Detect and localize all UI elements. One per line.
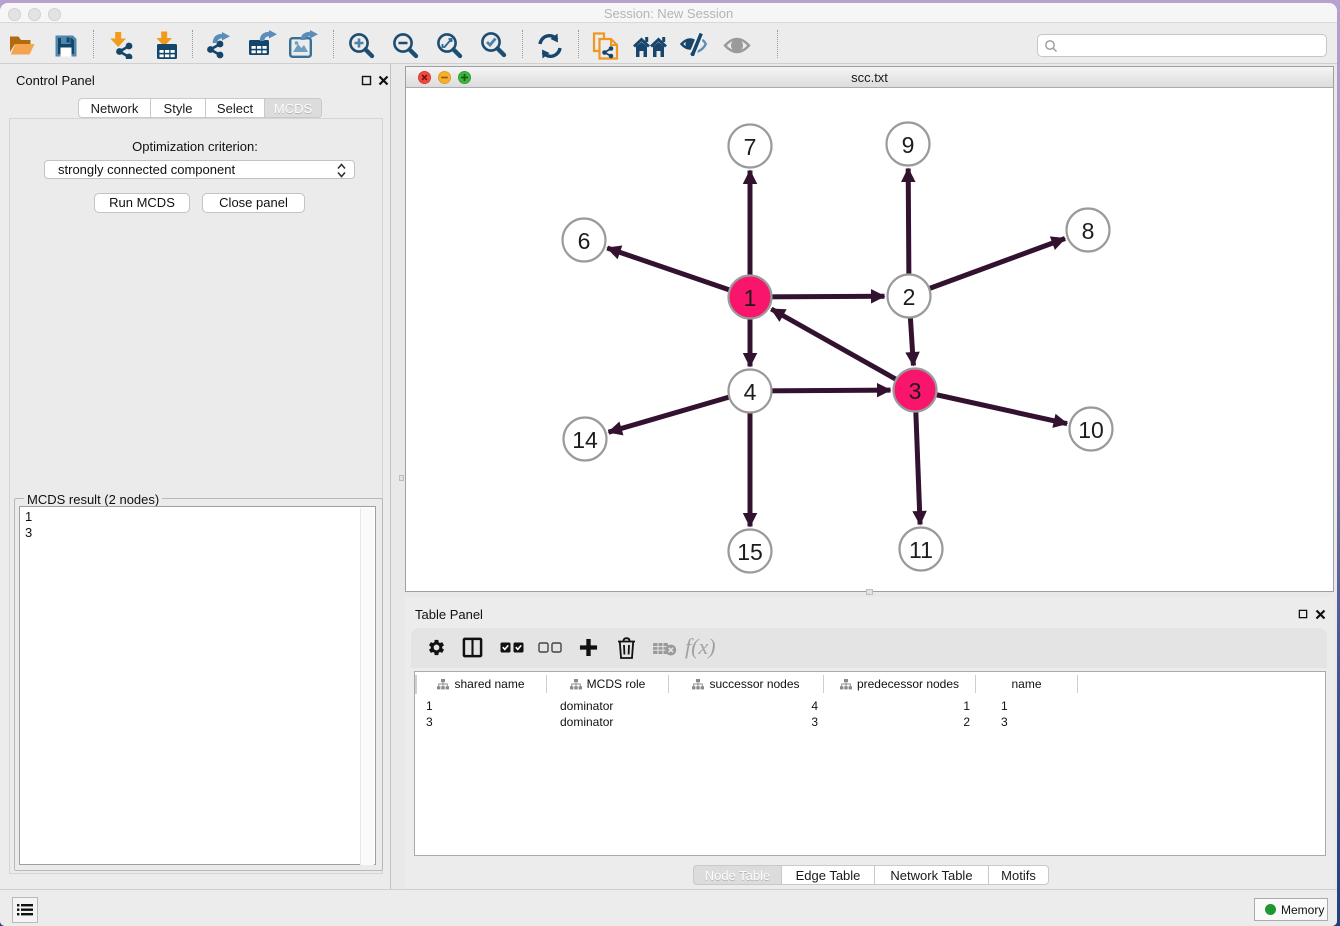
svg-text:4: 4	[744, 379, 757, 405]
svg-text:14: 14	[572, 427, 598, 453]
svg-text:6: 6	[578, 228, 591, 254]
svg-text:3: 3	[909, 378, 922, 404]
svg-text:9: 9	[902, 132, 915, 158]
svg-text:2: 2	[903, 284, 916, 310]
svg-text:8: 8	[1082, 218, 1095, 244]
svg-text:11: 11	[909, 537, 933, 563]
svg-text:1: 1	[744, 285, 757, 311]
svg-text:7: 7	[744, 134, 757, 160]
svg-text:15: 15	[737, 539, 763, 565]
svg-text:10: 10	[1078, 417, 1104, 443]
